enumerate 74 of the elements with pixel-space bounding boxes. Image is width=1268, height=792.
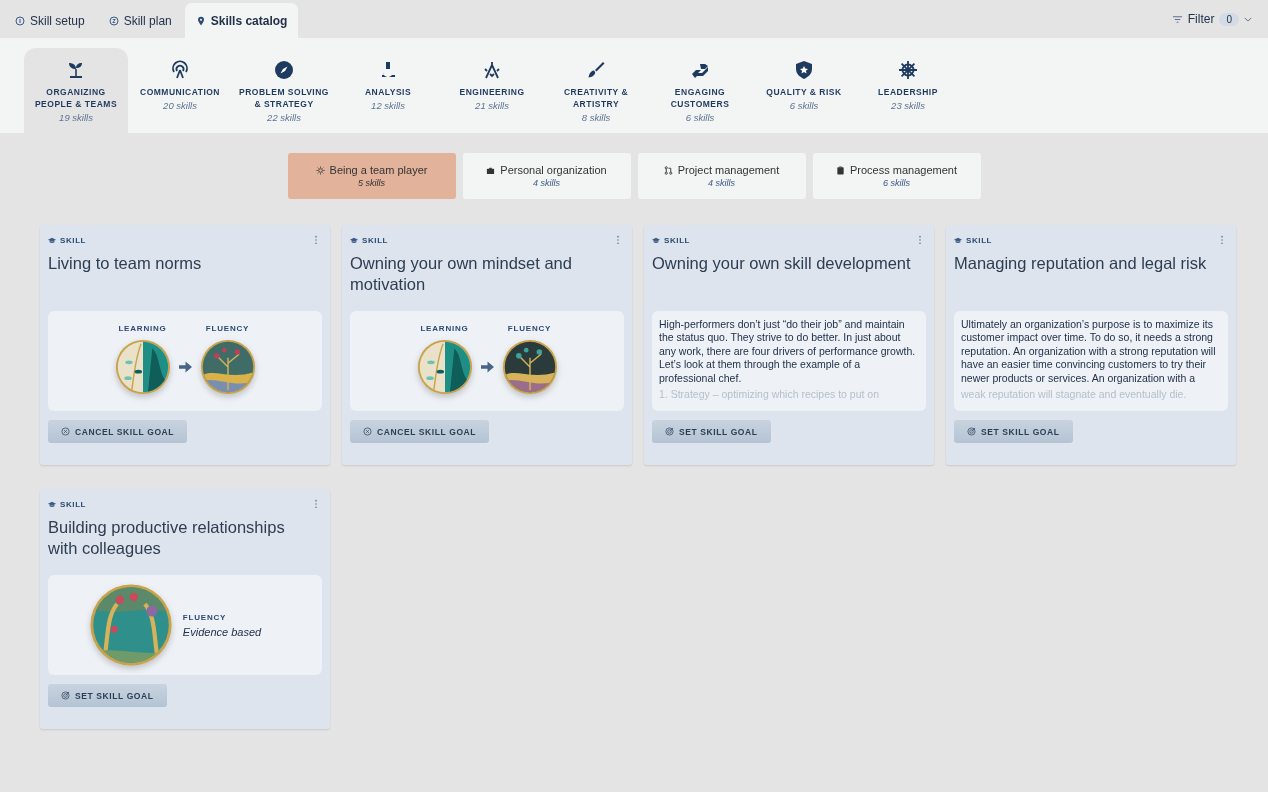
skill-tag: SKILL: [966, 235, 993, 245]
graduation-cap-icon: [954, 236, 962, 244]
level-label: LEARNING: [118, 324, 167, 333]
graduation-cap-icon: [652, 236, 660, 244]
filter-button[interactable]: Filter 0: [1165, 11, 1258, 27]
branch-icon: [663, 165, 673, 175]
filter-icon: [1171, 14, 1183, 24]
skill-tag: SKILL: [60, 235, 87, 245]
category-tab[interactable]: PROBLEM SOLVING & STRATEGY 22 skills: [232, 48, 336, 133]
category-tab[interactable]: CREATIVITY & ARTISTRY 8 skills: [544, 48, 648, 133]
brush-icon: [586, 60, 606, 80]
subcategory-tab[interactable]: Process management 6 skills: [812, 153, 981, 199]
numbered-circle-icon: [15, 15, 25, 26]
chevron-down-icon: [1244, 16, 1252, 22]
category-tab[interactable]: LEADERSHIP 23 skills: [856, 48, 960, 133]
subcategory-tab[interactable]: Project management 4 skills: [637, 153, 806, 199]
shield-star-icon: [794, 60, 814, 80]
page-tab[interactable]: Skill setup: [4, 3, 96, 38]
subcategory-tab[interactable]: Personal organization 4 skills: [462, 153, 631, 199]
skill-tag: SKILL: [362, 235, 389, 245]
skill-title: Owning your own skill development: [652, 253, 912, 274]
skill-description: High-performers don’t just “do their job” and maintain the status quo. They strive to do better. In just about any work, there are four drivers of performance growth. Let’s look at them through the example of a professional chef.: [658, 317, 917, 386]
more-options-icon[interactable]: [314, 499, 318, 509]
level-label: FLUENCY: [507, 324, 552, 333]
pin-icon: [195, 15, 206, 26]
cancel-icon: [363, 427, 372, 436]
category-tab[interactable]: QUALITY & RISK 6 skills: [752, 48, 856, 133]
skill-title: Building productive relationships with colleagues: [48, 517, 286, 559]
skill-title: Living to team norms: [48, 253, 203, 274]
level-label: FLUENCY: [182, 612, 228, 622]
skill-tag: SKILL: [60, 499, 87, 509]
more-options-icon[interactable]: [918, 235, 922, 245]
cancel-icon: [61, 427, 70, 436]
skill-goal-button[interactable]: SET SKILL GOAL: [48, 684, 167, 707]
skill-title: Owning your own mindset and motivation: [350, 253, 573, 295]
numbered-circle-icon: [108, 15, 119, 26]
arrow-right-icon: [480, 361, 494, 373]
target-icon: [665, 427, 674, 436]
subcategory-tab[interactable]: Being a team player 5 skills: [287, 153, 456, 199]
skill-description: Ultimately an organization’s purpose is to maximize its customer impact over time. To do so, it needs a strong reputation. An organization with a strong reputation will have an easier time convincing customers to try their newer products or services. An organization with a: [960, 317, 1217, 386]
level-note: Evidence based: [182, 625, 262, 638]
level-label: LEARNING: [420, 324, 469, 333]
filter-count: 0: [1219, 12, 1239, 26]
skill-tag: SKILL: [664, 235, 691, 245]
category-tab[interactable]: ENGINEERING 21 skills: [440, 48, 544, 133]
more-options-icon[interactable]: [314, 235, 318, 245]
page-tab[interactable]: Skills catalog: [184, 3, 299, 38]
ship-wheel-icon: [898, 60, 918, 80]
more-options-icon[interactable]: [1220, 235, 1224, 245]
category-tab[interactable]: ORGANIZING PEOPLE & TEAMS 19 skills: [24, 48, 128, 133]
drafting-compass-icon: [482, 60, 502, 80]
skill-goal-button[interactable]: CANCEL SKILL GOAL: [350, 420, 490, 443]
graduation-cap-icon: [48, 500, 56, 508]
graduation-cap-icon: [350, 236, 358, 244]
briefcase-icon: [486, 165, 496, 175]
skill-title: Managing reputation and legal risk: [954, 253, 1208, 274]
sun-icon: [315, 165, 325, 175]
skill-goal-button[interactable]: CANCEL SKILL GOAL: [48, 420, 188, 443]
target-icon: [61, 691, 70, 700]
target-icon: [967, 427, 976, 436]
filter-label: Filter: [1187, 12, 1215, 26]
category-tab[interactable]: COMMUNICATION 20 skills: [128, 48, 232, 133]
clipboard-icon: [836, 165, 845, 175]
category-tab[interactable]: ENGAGING CUSTOMERS 6 skills: [648, 48, 752, 133]
graduation-cap-icon: [48, 236, 56, 244]
more-options-icon[interactable]: [616, 235, 620, 245]
level-label: FLUENCY: [205, 324, 250, 333]
signal-icon: [170, 60, 190, 80]
category-tab[interactable]: ANALYSIS 12 skills: [336, 48, 440, 133]
skill-goal-button[interactable]: SET SKILL GOAL: [652, 420, 771, 443]
skill-goal-button[interactable]: SET SKILL GOAL: [954, 420, 1073, 443]
compass-icon: [274, 60, 294, 80]
arrow-right-icon: [178, 361, 192, 373]
page-tab[interactable]: Skill plan: [97, 3, 183, 38]
